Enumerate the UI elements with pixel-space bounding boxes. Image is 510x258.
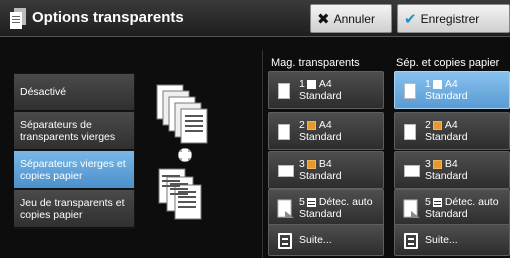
option-off[interactable]: Désactivé xyxy=(14,74,134,111)
tray-icon xyxy=(432,120,442,130)
paper-portrait-icon xyxy=(278,83,290,99)
transparency-options-list: Désactivé Séparateurs de transparents vi… xyxy=(14,73,135,229)
page-title: Options transparents xyxy=(32,9,184,26)
transparency-tray-5-bypass[interactable]: 5 Détec. auto Standard xyxy=(268,189,384,227)
cancel-label: Annuler xyxy=(333,11,375,26)
transparency-separator-illustration-icon xyxy=(156,84,208,220)
paper-tray-header: Sép. et copies papier xyxy=(396,57,500,69)
tray-icon xyxy=(306,159,316,169)
option-blank-separators-and-copies[interactable]: Séparateurs vierges et copies papier xyxy=(14,151,134,189)
transparency-more-button[interactable]: Suite... xyxy=(268,224,384,256)
option-label: Séparateurs de transparents vierges xyxy=(20,118,116,143)
cancel-button[interactable]: ✖ Annuler xyxy=(310,4,392,33)
checkmark-icon: ✔ xyxy=(404,10,417,28)
document-icon xyxy=(10,8,26,29)
save-button[interactable]: ✔ Enregistrer xyxy=(397,4,510,33)
transparency-tray-3[interactable]: 3 B4 Standard xyxy=(268,151,384,189)
option-label: Jeu de transparents et copies papier xyxy=(20,196,125,221)
paper-tray-3[interactable]: 3 B4 Standard xyxy=(394,151,510,189)
paper-portrait-icon xyxy=(404,124,416,140)
paper-landscape-icon xyxy=(404,165,420,177)
option-blank-separators[interactable]: Séparateurs de transparents vierges xyxy=(14,112,134,150)
option-label: Désactivé xyxy=(20,86,67,98)
bypass-tray-icon xyxy=(277,199,294,218)
list-icon xyxy=(278,233,292,249)
bypass-icon xyxy=(306,197,316,207)
bypass-tray-icon xyxy=(403,199,420,218)
paper-tray-1[interactable]: 1 A4 Standard xyxy=(394,71,510,109)
transparency-tray-1[interactable]: 1 A4 Standard xyxy=(268,71,384,109)
paper-tray-2[interactable]: 2 A4 Standard xyxy=(394,112,510,150)
tray-icon xyxy=(306,79,316,89)
paper-landscape-icon xyxy=(278,165,294,177)
option-transparency-set-and-copies[interactable]: Jeu de transparents et copies papier xyxy=(14,190,134,228)
paper-tray-5-bypass[interactable]: 5 Détec. auto Standard xyxy=(394,189,510,227)
save-label: Enregistrer xyxy=(420,11,480,26)
divider xyxy=(262,50,263,258)
transparency-tray-header: Mag. transparents xyxy=(271,57,360,69)
tray-icon xyxy=(306,120,316,130)
paper-more-button[interactable]: Suite... xyxy=(394,224,510,256)
option-label: Séparateurs vierges et copies papier xyxy=(20,157,126,182)
transparency-tray-2[interactable]: 2 A4 Standard xyxy=(268,112,384,150)
paper-portrait-icon xyxy=(404,83,416,99)
header-bar: Options transparents ✖ Annuler ✔ Enregis… xyxy=(0,0,510,37)
bypass-icon xyxy=(432,197,442,207)
tray-icon xyxy=(432,159,442,169)
tray-icon xyxy=(432,79,442,89)
close-icon: ✖ xyxy=(317,10,330,28)
list-icon xyxy=(404,233,418,249)
paper-portrait-icon xyxy=(278,124,290,140)
